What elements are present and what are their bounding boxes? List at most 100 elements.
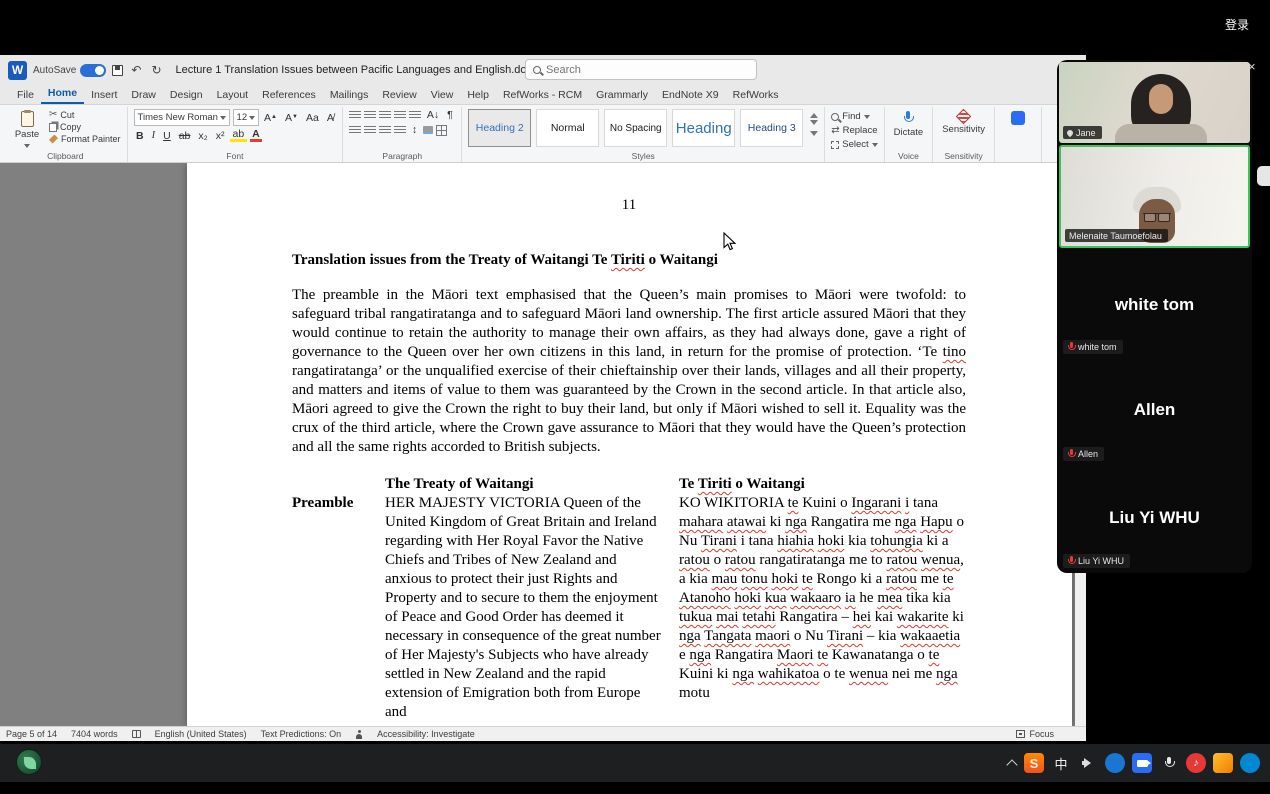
style-heading3[interactable]: Heading 3 — [740, 109, 803, 147]
align-right-button[interactable] — [379, 126, 391, 135]
ribbon-tab-refworks[interactable]: RefWorks — [726, 87, 786, 104]
video-tile-jane[interactable]: Jane — [1059, 62, 1250, 143]
hidden-icons-chevron[interactable] — [1007, 758, 1017, 768]
align-center-button[interactable] — [364, 126, 376, 135]
edge-handle[interactable] — [1257, 166, 1270, 186]
search-input[interactable] — [546, 64, 749, 76]
italic-button[interactable]: I — [149, 130, 158, 141]
sensitivity-group-label: Sensitivity — [933, 151, 994, 161]
justify-button[interactable] — [394, 126, 406, 135]
accessibility-status[interactable]: Accessibility: Investigate — [377, 729, 475, 739]
font-family-select[interactable]: Times New Roman — [134, 109, 230, 126]
select-button[interactable]: Select — [831, 139, 877, 150]
decrease-indent-button[interactable] — [394, 111, 406, 120]
change-case-button[interactable]: Aa — [303, 112, 321, 124]
login-button[interactable]: 登录 — [1225, 16, 1249, 33]
text-predictions[interactable]: Text Predictions: On — [261, 729, 342, 739]
highlight-color-button[interactable]: ab — [230, 129, 247, 142]
style-heading[interactable]: Heading — [672, 109, 735, 147]
copy-icon — [49, 123, 57, 132]
find-button[interactable]: Find — [831, 111, 877, 122]
bold-button[interactable]: B — [134, 130, 147, 142]
ribbon-tab-file[interactable]: File — [10, 87, 41, 104]
multilevel-list-button[interactable] — [379, 111, 391, 120]
panel-close-icon[interactable]: × — [1248, 59, 1256, 74]
tray-blue-app-icon[interactable] — [1240, 753, 1260, 773]
ribbon-tab-home[interactable]: Home — [41, 85, 84, 104]
styles-more-icon[interactable] — [810, 131, 818, 140]
styles-scroll-up-icon[interactable] — [810, 109, 818, 118]
document-page[interactable]: 11 Translation issues from the Treaty of… — [187, 163, 1072, 726]
sort-button[interactable]: A↓ — [424, 109, 441, 121]
format-painter-button[interactable]: Format Painter — [49, 134, 121, 144]
strikethrough-button[interactable]: ab — [176, 130, 193, 142]
style-heading2[interactable]: Heading 2 — [468, 109, 531, 147]
tray-microphone-icon[interactable] — [1159, 753, 1179, 773]
ribbon-tab-review[interactable]: Review — [375, 87, 423, 104]
font-color-button[interactable]: A — [250, 129, 263, 142]
ribbon-tab-draw[interactable]: Draw — [124, 87, 163, 104]
bullets-button[interactable] — [349, 111, 361, 120]
subscript-button[interactable]: x₂ — [196, 130, 210, 142]
addins-button[interactable] — [1001, 109, 1035, 127]
focus-button[interactable]: Focus — [1029, 729, 1054, 739]
dictate-button[interactable]: Dictate — [891, 109, 927, 140]
proofing-icon[interactable] — [132, 730, 141, 738]
redo-button[interactable]: ↻ — [149, 63, 163, 77]
autosave-toggle[interactable] — [80, 64, 106, 77]
shading-button[interactable] — [423, 126, 433, 134]
clear-formatting-button[interactable]: A̸ — [324, 112, 336, 124]
document-title[interactable]: Lecture 1 Translation Issues between Pac… — [176, 64, 538, 76]
ribbon-tab-endnote[interactable]: EndNote X9 — [655, 87, 726, 104]
show-marks-button[interactable]: ¶ — [445, 109, 456, 121]
tray-music-app-icon[interactable]: ♪ — [1186, 753, 1206, 773]
tray-orange-app-icon[interactable] — [1213, 753, 1233, 773]
align-left-button[interactable] — [349, 126, 361, 135]
numbering-button[interactable] — [364, 111, 376, 120]
grow-font-button[interactable]: A▲ — [262, 112, 280, 124]
style-no-spacing[interactable]: No Spacing — [604, 109, 667, 147]
search-box[interactable] — [525, 59, 757, 80]
borders-button[interactable] — [436, 125, 447, 136]
replace-button[interactable]: ⇄Replace — [831, 125, 877, 136]
copy-button[interactable]: Copy — [49, 122, 121, 132]
document-canvas[interactable]: 11 Translation issues from the Treaty of… — [0, 163, 1086, 726]
sogou-input-icon[interactable]: S — [1024, 753, 1044, 773]
floating-assistant-icon[interactable] — [16, 749, 42, 775]
tray-blue-circle-app-icon[interactable] — [1105, 753, 1125, 773]
word-app-icon[interactable]: W — [8, 61, 27, 80]
shrink-font-button[interactable]: A▼ — [283, 112, 301, 124]
ribbon-tab-refworks-rcm[interactable]: RefWorks - RCM — [496, 87, 589, 104]
ribbon-tab-view[interactable]: View — [424, 87, 461, 104]
ribbon-tab-mailings[interactable]: Mailings — [323, 87, 376, 104]
ribbon-tab-design[interactable]: Design — [163, 87, 210, 104]
tray-meeting-app-icon[interactable] — [1132, 753, 1152, 773]
underline-button[interactable]: U — [161, 130, 174, 142]
ribbon-tab-insert[interactable]: Insert — [84, 87, 124, 104]
line-spacing-button[interactable]: ↕ — [409, 124, 419, 136]
ribbon-tab-references[interactable]: References — [255, 87, 323, 104]
styles-scroll-down-icon[interactable] — [810, 120, 818, 129]
cut-button[interactable]: ✂Cut — [49, 109, 121, 120]
font-group-label: Font — [128, 151, 343, 161]
paste-button[interactable]: Paste — [10, 109, 44, 151]
language-indicator[interactable]: English (United States) — [155, 729, 247, 739]
ime-language-indicator[interactable]: 中 — [1051, 753, 1071, 773]
styles-group: Heading 2 Normal No Spacing Heading Head… — [462, 107, 825, 162]
undo-button[interactable]: ↶ — [129, 63, 143, 77]
sensitivity-button[interactable]: Sensitivity — [939, 109, 988, 137]
treaty-english-column: The Treaty of Waitangi HER MAJESTY VICTO… — [385, 475, 663, 722]
ribbon-tab-layout[interactable]: Layout — [210, 87, 256, 104]
volume-icon[interactable] — [1078, 753, 1098, 773]
style-normal[interactable]: Normal — [536, 109, 599, 147]
page-indicator[interactable]: Page 5 of 14 — [6, 729, 57, 739]
video-tile-melenaite[interactable]: Melenaite Taumoefolau — [1059, 145, 1250, 248]
save-icon[interactable] — [112, 65, 123, 76]
word-count[interactable]: 7404 words — [71, 729, 118, 739]
superscript-button[interactable]: x² — [213, 130, 227, 142]
font-size-select[interactable]: 12 — [233, 109, 259, 126]
ribbon-tab-help[interactable]: Help — [460, 87, 496, 104]
increase-indent-button[interactable] — [409, 111, 421, 120]
autosave-control[interactable]: AutoSave — [33, 64, 106, 77]
ribbon-tab-grammarly[interactable]: Grammarly — [589, 87, 655, 104]
